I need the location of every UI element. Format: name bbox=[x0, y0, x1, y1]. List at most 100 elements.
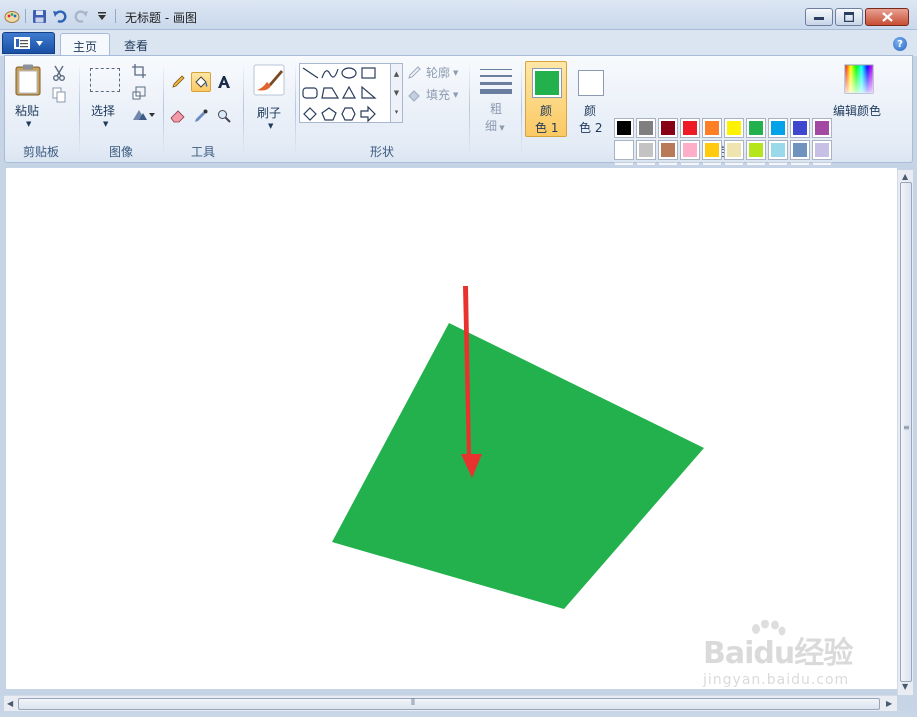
scroll-up-icon[interactable]: ▲ bbox=[394, 70, 399, 78]
scissors-icon bbox=[53, 65, 65, 81]
eraser-tool[interactable] bbox=[168, 106, 188, 126]
color1-label-bottom: 色 1 bbox=[535, 121, 559, 135]
brushes-button[interactable]: 刷子 ▼ bbox=[249, 62, 291, 134]
palette-swatch[interactable] bbox=[636, 118, 656, 138]
palette-swatch[interactable] bbox=[702, 140, 722, 160]
color2-label-bottom: 色 2 bbox=[579, 121, 603, 135]
fill-tool[interactable] bbox=[191, 72, 211, 92]
edit-colors-button[interactable]: 编辑颜色 bbox=[829, 64, 891, 128]
help-icon[interactable]: ? bbox=[893, 37, 907, 51]
horizontal-scrollbar[interactable]: ◀ ⦀ ▶ bbox=[4, 695, 897, 711]
size-button[interactable]: 粗 细 ▼ bbox=[477, 62, 515, 134]
fill-icon bbox=[408, 89, 420, 102]
scroll-right-arrow-icon[interactable]: ▶ bbox=[886, 699, 892, 708]
group-separator bbox=[295, 62, 296, 156]
outline-icon bbox=[408, 65, 421, 79]
scroll-down-icon[interactable]: ▼ bbox=[394, 89, 399, 97]
palette-swatch[interactable] bbox=[702, 118, 722, 138]
window-controls bbox=[805, 8, 909, 26]
hexagon-shape-icon bbox=[341, 107, 356, 121]
pencil-icon bbox=[172, 75, 185, 88]
swatch-color bbox=[661, 121, 675, 135]
vertical-scrollbar[interactable]: ▲ ≡ ▼ bbox=[897, 170, 913, 695]
palette-swatch[interactable] bbox=[724, 140, 744, 160]
palette-swatch[interactable] bbox=[636, 140, 656, 160]
paste-button[interactable]: 粘贴 ▼ bbox=[11, 62, 45, 132]
drawing-canvas[interactable] bbox=[6, 168, 897, 689]
palette-swatch[interactable] bbox=[812, 140, 832, 160]
palette-swatch[interactable] bbox=[746, 140, 766, 160]
minimize-button[interactable] bbox=[805, 8, 833, 26]
palette-swatch[interactable] bbox=[768, 140, 788, 160]
title-bar: 无标题 - 画图 bbox=[0, 0, 917, 30]
tools-group-label: 工具 bbox=[190, 145, 215, 159]
palette-swatch[interactable] bbox=[680, 118, 700, 138]
scroll-down-arrow-icon[interactable]: ▼ bbox=[902, 682, 908, 691]
palette-swatch[interactable] bbox=[658, 140, 678, 160]
resize-icon bbox=[132, 86, 146, 100]
tab-home[interactable]: 主页 bbox=[60, 33, 111, 56]
magnifier-tool[interactable] bbox=[214, 106, 234, 126]
undo-icon[interactable] bbox=[52, 8, 68, 24]
rotate-button[interactable] bbox=[129, 105, 157, 125]
color2-fill bbox=[581, 73, 601, 93]
maximize-button[interactable] bbox=[835, 8, 863, 26]
palette-swatch[interactable] bbox=[614, 140, 634, 160]
customize-qat-icon[interactable] bbox=[94, 8, 110, 24]
text-tool[interactable] bbox=[214, 72, 234, 92]
paint-app-icon[interactable] bbox=[4, 8, 20, 24]
swatch-color bbox=[705, 143, 719, 157]
size-label-top: 粗 bbox=[490, 102, 503, 116]
horizontal-scroll-thumb[interactable]: ⦀ bbox=[18, 698, 880, 710]
resize-button[interactable] bbox=[129, 83, 149, 103]
swatch-color bbox=[727, 143, 741, 157]
paint-bucket-icon bbox=[195, 76, 208, 88]
fill-label: 填充 bbox=[426, 88, 451, 102]
tools-group: 工具 bbox=[165, 58, 241, 162]
swatch-color bbox=[617, 121, 631, 135]
clipboard-group: 粘贴 ▼ 剪贴板 bbox=[5, 58, 77, 162]
scroll-left-arrow-icon[interactable]: ◀ bbox=[7, 699, 13, 708]
pencil-tool[interactable] bbox=[168, 72, 188, 92]
palette-swatch[interactable] bbox=[614, 118, 634, 138]
palette-swatch[interactable] bbox=[790, 140, 810, 160]
vertical-scroll-thumb[interactable]: ≡ bbox=[900, 182, 912, 682]
palette-swatch[interactable] bbox=[680, 140, 700, 160]
selection-icon bbox=[90, 68, 120, 92]
green-quadrilateral bbox=[332, 323, 704, 609]
color-spectrum-icon bbox=[844, 64, 874, 94]
color-picker-tool[interactable] bbox=[191, 106, 211, 126]
tab-view[interactable]: 查看 bbox=[112, 33, 160, 56]
triangle-shape-icon bbox=[341, 85, 357, 99]
palette-swatch[interactable] bbox=[746, 118, 766, 138]
canvas-area bbox=[4, 165, 913, 695]
select-button[interactable]: 选择 ▼ bbox=[87, 62, 123, 132]
crop-button[interactable] bbox=[129, 61, 149, 81]
palette-swatch[interactable] bbox=[812, 118, 832, 138]
shapes-scrollbar[interactable]: ▲ ▼ ▾ bbox=[391, 63, 403, 123]
expand-gallery-icon[interactable]: ▾ bbox=[395, 108, 399, 116]
swatch-color bbox=[617, 143, 631, 157]
color1-button[interactable]: 颜 色 1 bbox=[525, 61, 567, 137]
chevron-down-icon: ▼ bbox=[268, 122, 274, 130]
save-icon[interactable] bbox=[31, 8, 47, 24]
outline-button[interactable]: 轮廓 ▼ bbox=[407, 64, 458, 81]
fill-button[interactable]: 填充 ▼ bbox=[407, 86, 458, 103]
shapes-gallery[interactable] bbox=[299, 63, 391, 123]
close-button[interactable] bbox=[865, 8, 909, 26]
palette-swatch[interactable] bbox=[790, 118, 810, 138]
redo-icon[interactable] bbox=[73, 8, 89, 24]
palette-swatch[interactable] bbox=[658, 118, 678, 138]
palette-swatch[interactable] bbox=[768, 118, 788, 138]
group-separator bbox=[79, 62, 80, 156]
paste-label: 粘贴 bbox=[15, 104, 40, 118]
copy-button[interactable] bbox=[49, 85, 69, 105]
shapes-group-label: 形状 bbox=[369, 145, 394, 159]
palette-swatch[interactable] bbox=[724, 118, 744, 138]
scroll-up-arrow-icon[interactable]: ▲ bbox=[902, 172, 908, 181]
line-width-icon bbox=[480, 69, 512, 94]
color2-button[interactable]: 颜 色 2 bbox=[569, 61, 611, 137]
cut-button[interactable] bbox=[49, 63, 69, 83]
color2-swatch bbox=[578, 70, 604, 96]
paint-menu-button[interactable] bbox=[2, 32, 55, 54]
